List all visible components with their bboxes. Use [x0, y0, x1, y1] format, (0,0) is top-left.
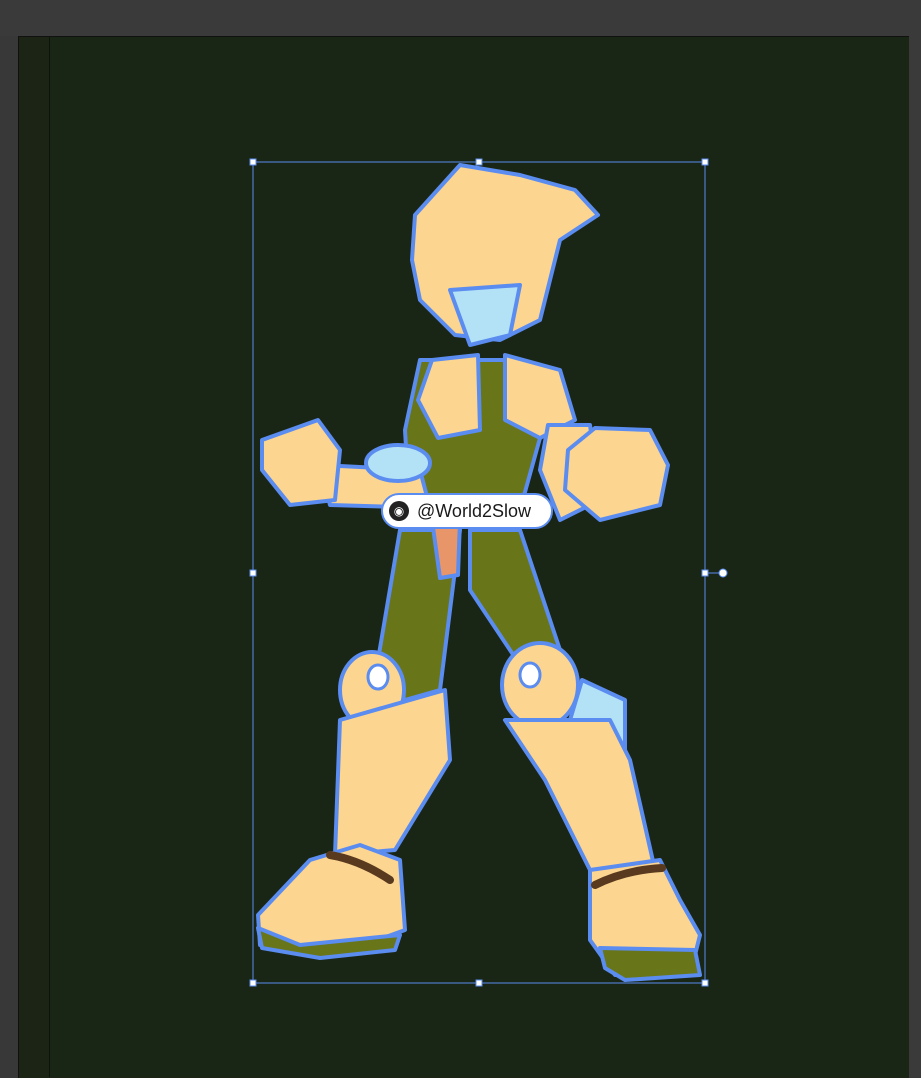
handle-bottom-left[interactable]	[249, 979, 257, 987]
right-knee[interactable]	[500, 641, 580, 729]
handle-bottom-middle[interactable]	[475, 979, 483, 987]
handle-bottom-right[interactable]	[701, 979, 709, 987]
right-shin[interactable]	[503, 718, 657, 882]
right-knee-ring	[518, 661, 542, 689]
character-artwork[interactable]	[0, 0, 921, 1077]
canvas-workspace: ◉ @World2Slow	[0, 0, 921, 1078]
camera-icon: ◉	[389, 501, 409, 521]
left-shin[interactable]	[333, 688, 452, 857]
handle-top-left[interactable]	[249, 158, 257, 166]
handle-middle-left[interactable]	[249, 569, 257, 577]
handle-top-right[interactable]	[701, 158, 709, 166]
left-knee-ring	[366, 663, 390, 691]
left-fist[interactable]	[260, 418, 342, 507]
rotate-handle[interactable]	[718, 568, 728, 578]
left-wrist-gem[interactable]	[364, 443, 432, 483]
handle-top-middle[interactable]	[475, 158, 483, 166]
watermark-label: ◉ @World2Slow	[381, 493, 553, 529]
watermark-text: @World2Slow	[417, 500, 531, 521]
handle-middle-right[interactable]	[701, 569, 709, 577]
right-boot-sole[interactable]	[598, 946, 702, 982]
left-boot[interactable]	[256, 843, 407, 952]
